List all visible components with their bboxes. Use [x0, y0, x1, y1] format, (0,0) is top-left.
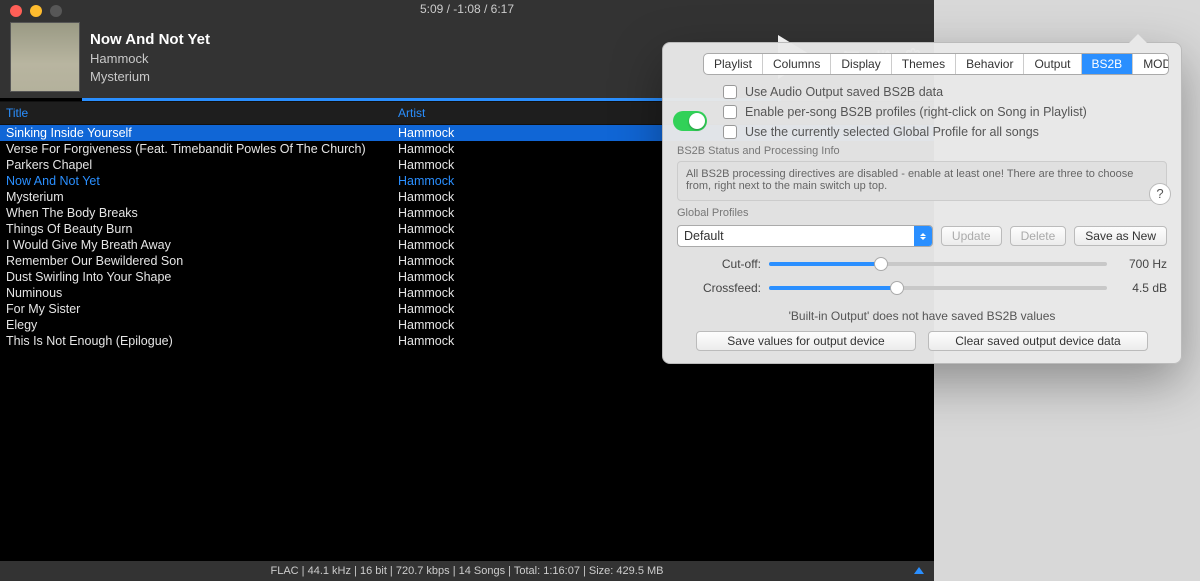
status-info-text: All BS2B processing directives are disab… — [686, 168, 1133, 192]
delete-button[interactable]: Delete — [1010, 226, 1067, 246]
status-section-label: BS2B Status and Processing Info — [677, 145, 1167, 157]
profile-select[interactable]: Default — [677, 225, 933, 247]
crossfeed-slider[interactable] — [769, 286, 1107, 290]
status-info-box: All BS2B processing directives are disab… — [677, 161, 1167, 201]
cutoff-value: 700 Hz — [1107, 257, 1167, 271]
device-note: 'Built-in Output' does not have saved BS… — [677, 309, 1167, 323]
cutoff-slider[interactable] — [769, 262, 1107, 266]
preferences-tabs: PlaylistColumnsDisplayThemesBehaviorOutp… — [703, 53, 1169, 75]
column-title[interactable]: Title — [0, 102, 392, 124]
checkbox[interactable] — [723, 85, 737, 99]
save-as-new-button[interactable]: Save as New — [1074, 226, 1167, 246]
track-title: Remember Our Bewildered Son — [0, 253, 392, 269]
track-title: Dust Swirling Into Your Shape — [0, 269, 392, 285]
track-title: Sinking Inside Yourself — [0, 125, 392, 141]
option-label: Use Audio Output saved BS2B data — [745, 85, 943, 99]
expand-icon[interactable] — [914, 567, 924, 574]
checkbox[interactable] — [723, 125, 737, 139]
tab-mod[interactable]: MOD — [1133, 54, 1169, 74]
help-button[interactable]: ? — [1149, 183, 1171, 205]
track-title: Elegy — [0, 317, 392, 333]
track-title: Mysterium — [0, 189, 392, 205]
profile-select-value: Default — [684, 229, 724, 243]
track-title: Now And Not Yet — [0, 173, 392, 189]
tab-output[interactable]: Output — [1024, 54, 1081, 74]
tab-behavior[interactable]: Behavior — [956, 54, 1024, 74]
tab-bs2b[interactable]: BS2B — [1082, 54, 1134, 74]
cutoff-label: Cut-off: — [677, 257, 769, 271]
option-label: Enable per-song BS2B profiles (right-cli… — [745, 105, 1087, 119]
track-title: For My Sister — [0, 301, 392, 317]
select-arrows-icon — [914, 226, 932, 246]
preferences-popover: PlaylistColumnsDisplayThemesBehaviorOutp… — [662, 42, 1182, 364]
track-title: Things Of Beauty Burn — [0, 221, 392, 237]
window-minimize-button[interactable] — [30, 5, 42, 17]
popover-caret-icon — [1129, 34, 1147, 43]
global-profiles-label: Global Profiles — [677, 207, 1167, 219]
window-zoom-button[interactable] — [50, 5, 62, 17]
tab-columns[interactable]: Columns — [763, 54, 831, 74]
option-label: Use the currently selected Global Profil… — [745, 125, 1039, 139]
track-title: This Is Not Enough (Epilogue) — [0, 333, 392, 349]
tab-themes[interactable]: Themes — [892, 54, 956, 74]
track-title: Parkers Chapel — [0, 157, 392, 173]
save-device-button[interactable]: Save values for output device — [696, 331, 916, 351]
bs2b-options: Use Audio Output saved BS2B data Enable p… — [723, 85, 1167, 139]
track-title: Verse For Forgiveness (Feat. Timebandit … — [0, 141, 392, 157]
tab-display[interactable]: Display — [831, 54, 891, 74]
update-button[interactable]: Update — [941, 226, 1002, 246]
checkbox[interactable] — [723, 105, 737, 119]
album-art[interactable] — [10, 22, 80, 92]
track-title: When The Body Breaks — [0, 205, 392, 221]
window-titlebar: 5:09 / -1:08 / 6:17 — [0, 0, 934, 22]
status-text: FLAC | 44.1 kHz | 16 bit | 720.7 kbps | … — [271, 565, 664, 577]
clear-device-button[interactable]: Clear saved output device data — [928, 331, 1148, 351]
status-bar: FLAC | 44.1 kHz | 16 bit | 720.7 kbps | … — [0, 561, 934, 581]
track-title: Numinous — [0, 285, 392, 301]
time-display: 5:09 / -1:08 / 6:17 — [0, 2, 934, 16]
tab-playlist[interactable]: Playlist — [704, 54, 763, 74]
crossfeed-label: Crossfeed: — [677, 281, 769, 295]
crossfeed-value: 4.5 dB — [1107, 281, 1167, 295]
bs2b-master-toggle[interactable] — [673, 111, 707, 131]
window-close-button[interactable] — [10, 5, 22, 17]
track-title: I Would Give My Breath Away — [0, 237, 392, 253]
